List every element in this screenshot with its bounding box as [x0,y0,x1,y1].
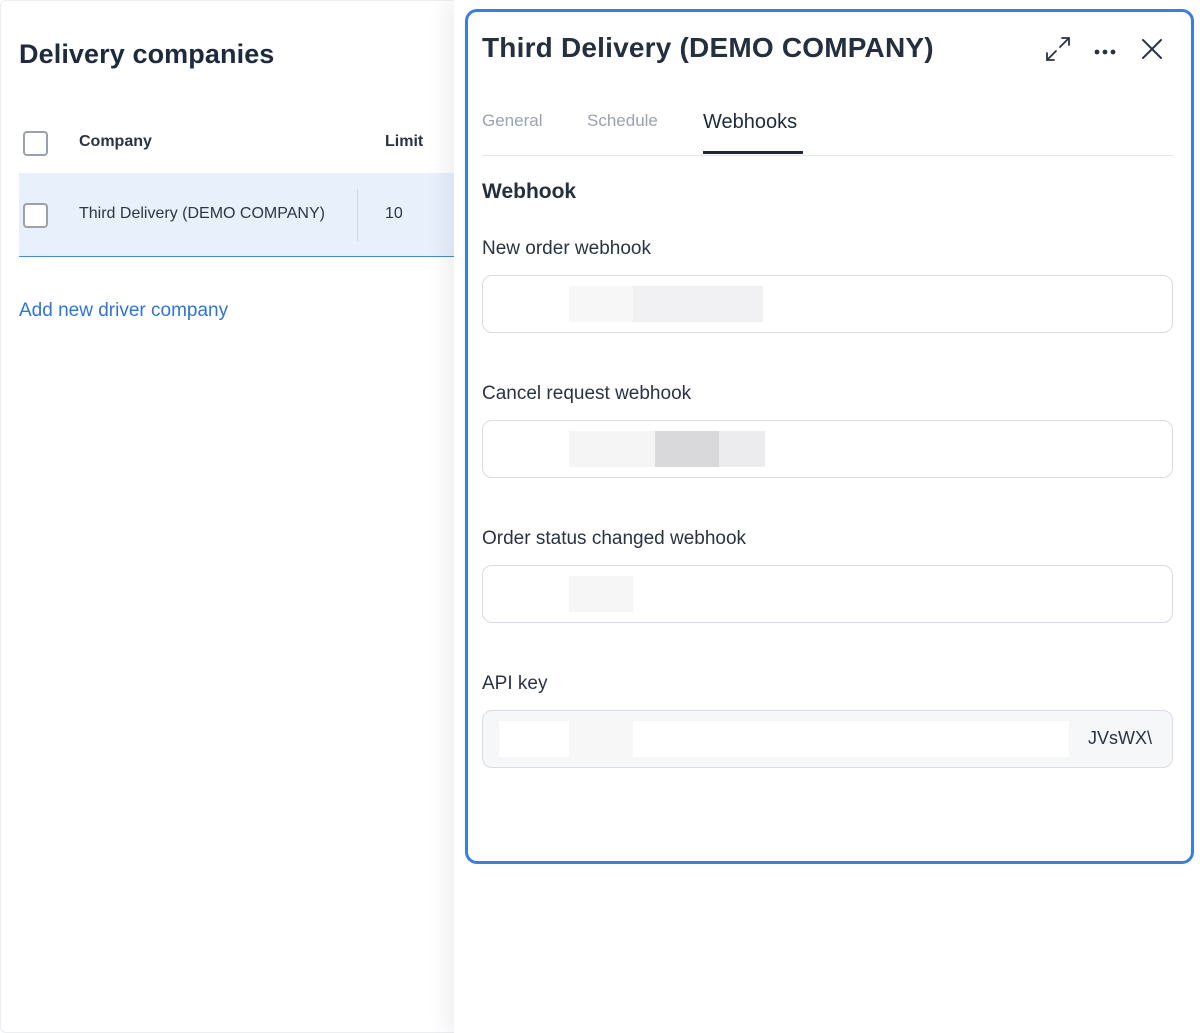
order-status-webhook-label: Order status changed webhook [482,528,747,549]
column-header-limit[interactable]: Limit [385,133,423,151]
row-checkbox[interactable] [23,203,48,228]
active-tab-indicator [703,151,803,154]
redacted-text [655,431,719,467]
select-all-checkbox[interactable] [23,131,48,156]
column-divider [357,189,358,241]
cell-limit: 10 [385,205,403,222]
more-icon[interactable] [1087,31,1123,67]
redacted-text [569,431,655,467]
table-header: Company Limit [19,119,459,167]
section-title-webhook: Webhook [482,180,577,203]
table-row[interactable]: Third Delivery (DEMO COMPANY) 10 [19,173,459,257]
delivery-companies-page: Delivery companies Company Limit Third D… [0,0,470,1033]
redacted-text [569,576,633,612]
redacted-text [569,286,633,322]
cancel-request-webhook-input[interactable] [482,420,1173,478]
close-icon[interactable] [1134,31,1170,67]
new-order-webhook-input[interactable] [482,275,1173,333]
api-key-input[interactable]: JVsWX\ [482,710,1173,768]
redacted-text [633,286,763,322]
page-title: Delivery companies [19,39,275,69]
add-driver-company-link[interactable]: Add new driver company [19,300,228,322]
tab-webhooks[interactable]: Webhooks [703,111,797,134]
column-header-company[interactable]: Company [79,133,152,151]
tab-general[interactable]: General [482,111,542,131]
expand-icon[interactable] [1040,31,1076,67]
api-key-visible-text: JVsWX\ [1087,728,1152,748]
drawer-tabs: General Schedule Webhooks [482,100,1173,156]
redacted-text [569,721,633,757]
redacted-text [719,431,765,467]
cancel-request-webhook-label: Cancel request webhook [482,383,692,404]
tab-schedule[interactable]: Schedule [587,111,658,131]
drawer-title: Third Delivery (DEMO COMPANY) [482,32,934,63]
api-key-label: API key [482,673,548,694]
new-order-webhook-label: New order webhook [482,238,651,259]
cell-company: Third Delivery (DEMO COMPANY) [79,205,325,222]
order-status-webhook-input[interactable] [482,565,1173,623]
